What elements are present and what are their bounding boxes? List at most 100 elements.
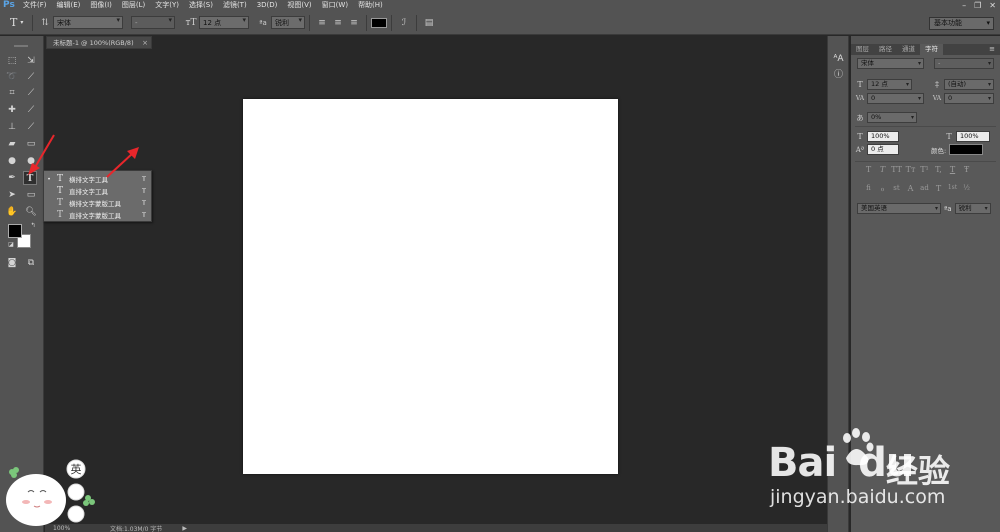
text-color-swatch[interactable] xyxy=(949,144,984,155)
brush-tool-icon[interactable]: ⟋ xyxy=(24,103,38,117)
menu-help[interactable]: 帮助(H) xyxy=(353,0,388,11)
align-center-icon[interactable]: ≡ xyxy=(330,18,346,28)
screen-mode-icon[interactable]: ⧉ xyxy=(24,256,38,270)
gradient-tool-icon[interactable]: ▭ xyxy=(24,137,38,151)
underline-button[interactable]: T xyxy=(947,165,958,174)
menu-layer[interactable]: 图层(L) xyxy=(117,0,150,11)
character-panel-icon[interactable]: ᴬA xyxy=(832,53,845,66)
strikethrough-button[interactable]: Ŧ xyxy=(961,165,972,174)
small-caps-button[interactable]: Tт xyxy=(905,165,916,174)
panel-font-family-select[interactable]: 宋体 xyxy=(857,58,924,69)
restore-button[interactable]: ❐ xyxy=(974,1,981,10)
font-style-select[interactable]: - xyxy=(131,16,175,29)
close-button[interactable]: ✕ xyxy=(989,1,996,10)
fractions-button[interactable]: ½ xyxy=(961,184,972,193)
path-selection-tool-icon[interactable]: ➤ xyxy=(5,188,19,202)
font-size-select[interactable]: 12 点 xyxy=(199,16,249,29)
baseline-shift-input[interactable]: 0 点 xyxy=(867,144,899,155)
leading-select[interactable]: (自动) xyxy=(944,79,994,90)
warp-text-icon[interactable]: ℐ xyxy=(396,18,412,28)
menu-3d[interactable]: 3D(D) xyxy=(252,0,283,11)
stylistic-alternates-button[interactable]: ad xyxy=(919,184,930,193)
flyout-horizontal-type[interactable]: • T 横排文字工具 T xyxy=(44,173,151,185)
marquee-tool-icon[interactable]: ⬚ xyxy=(5,54,19,68)
tab-paths[interactable]: 路径 xyxy=(874,44,897,55)
menu-view[interactable]: 视图(V) xyxy=(282,0,316,11)
pen-tool-icon[interactable]: ✒ xyxy=(5,171,19,185)
panel-font-style-select[interactable]: - xyxy=(934,58,994,69)
align-left-icon[interactable]: ≡ xyxy=(314,18,330,28)
toggle-text-orientation-icon[interactable]: ⇅ xyxy=(37,18,53,28)
foreground-color-swatch[interactable] xyxy=(8,224,22,238)
character-panel-toggle-icon[interactable]: ▤ xyxy=(421,18,437,28)
vertical-scale-input[interactable]: 100% xyxy=(867,131,899,142)
workspace-switcher[interactable]: 基本功能 xyxy=(929,17,994,30)
healing-brush-tool-icon[interactable]: ✚ xyxy=(5,103,19,117)
tab-layers[interactable]: 图层 xyxy=(851,44,874,55)
panel-grip[interactable] xyxy=(14,45,28,47)
type-tool-icon[interactable]: T xyxy=(23,171,37,185)
flyout-item-label: 直排文字工具 xyxy=(69,188,108,196)
panel-antialias-select[interactable]: 锐利 xyxy=(954,203,991,214)
zoom-tool-icon[interactable]: 🔍︎ xyxy=(24,205,38,219)
status-menu-arrow-icon[interactable]: ▶ xyxy=(182,525,187,532)
discretionary-ligature-button[interactable]: st xyxy=(891,184,902,193)
hand-tool-icon[interactable]: ✋ xyxy=(5,205,19,219)
menu-window[interactable]: 窗口(W) xyxy=(317,0,353,11)
panel-menu-icon[interactable]: ≡ xyxy=(989,44,995,55)
superscript-button[interactable]: T¹ xyxy=(919,165,930,174)
antialias-select[interactable]: 锐利 xyxy=(271,16,305,29)
subscript-button[interactable]: T, xyxy=(933,165,944,174)
tab-character[interactable]: 字符 xyxy=(920,44,943,55)
flyout-vertical-type[interactable]: T 直排文字工具 T xyxy=(44,185,151,197)
default-colors-icon[interactable]: ◪ xyxy=(4,238,18,252)
crop-tool-icon[interactable]: ⌗ xyxy=(5,86,19,100)
history-brush-tool-icon[interactable]: ⟋ xyxy=(24,120,38,134)
rectangle-tool-icon[interactable]: ▭ xyxy=(24,188,38,202)
lasso-tool-icon[interactable]: ➰ xyxy=(5,70,19,84)
blur-tool-icon[interactable]: ● xyxy=(5,154,19,168)
text-color-swatch[interactable] xyxy=(371,17,387,28)
watermark-logo-prefix: Bai xyxy=(768,440,837,486)
ligature-button[interactable]: fi xyxy=(863,184,874,193)
align-right-icon[interactable]: ≡ xyxy=(346,18,362,28)
swap-colors-icon[interactable]: ↰ xyxy=(26,219,40,233)
swash-button[interactable]: A xyxy=(905,184,916,193)
document-tab[interactable]: 未标题-1 @ 100%(RGB/8) × xyxy=(46,36,152,49)
menu-image[interactable]: 图像(I) xyxy=(85,0,117,11)
flyout-vertical-type-mask[interactable]: T 直排文字蒙版工具 T xyxy=(44,209,151,221)
panel-font-size-select[interactable]: 12 点 xyxy=(867,79,912,90)
titling-button[interactable]: T xyxy=(933,184,944,193)
language-select[interactable]: 美国英语 xyxy=(857,203,941,214)
menu-filter[interactable]: 滤镜(T) xyxy=(218,0,252,11)
tsume-select[interactable]: 0% xyxy=(867,112,917,123)
minimize-button[interactable]: – xyxy=(962,1,966,10)
all-caps-button[interactable]: TT xyxy=(891,165,902,174)
type-tool-preset-icon[interactable]: T ▾ xyxy=(0,16,28,29)
tracking-select[interactable]: 0 xyxy=(944,93,994,104)
menu-file[interactable]: 文件(F) xyxy=(18,0,52,11)
close-tab-icon[interactable]: × xyxy=(142,37,148,49)
menu-type[interactable]: 文字(Y) xyxy=(150,0,184,11)
tab-channels[interactable]: 通道 xyxy=(897,44,920,55)
eraser-tool-icon[interactable]: ▰ xyxy=(5,137,19,151)
document-canvas[interactable] xyxy=(243,99,618,474)
font-family-select[interactable]: 宋体 xyxy=(53,16,123,29)
quick-selection-tool-icon[interactable]: ⟋ xyxy=(24,70,38,84)
menu-select[interactable]: 选择(S) xyxy=(184,0,218,11)
kerning-select[interactable]: 0 xyxy=(867,93,924,104)
clone-stamp-tool-icon[interactable]: ⊥ xyxy=(5,120,19,134)
eyedropper-tool-icon[interactable]: ⟋ xyxy=(24,86,38,100)
flyout-horizontal-type-mask[interactable]: T 横排文字蒙版工具 T xyxy=(44,197,151,209)
contextual-alternates-button[interactable]: ℴ xyxy=(877,184,888,193)
menu-edit[interactable]: 编辑(E) xyxy=(52,0,86,11)
move-tool-icon[interactable]: ⇲ xyxy=(24,54,38,68)
horizontal-scale-input[interactable]: 100% xyxy=(956,131,990,142)
ordinals-button[interactable]: 1st xyxy=(947,184,958,193)
quick-mask-icon[interactable]: ◙ xyxy=(5,256,19,270)
faux-bold-button[interactable]: T xyxy=(863,165,874,174)
info-panel-icon[interactable]: ⓘ xyxy=(832,69,845,82)
antialias-label-icon: ªa xyxy=(944,204,952,213)
dodge-tool-icon[interactable]: ● xyxy=(24,154,38,168)
faux-italic-button[interactable]: T xyxy=(877,165,888,174)
